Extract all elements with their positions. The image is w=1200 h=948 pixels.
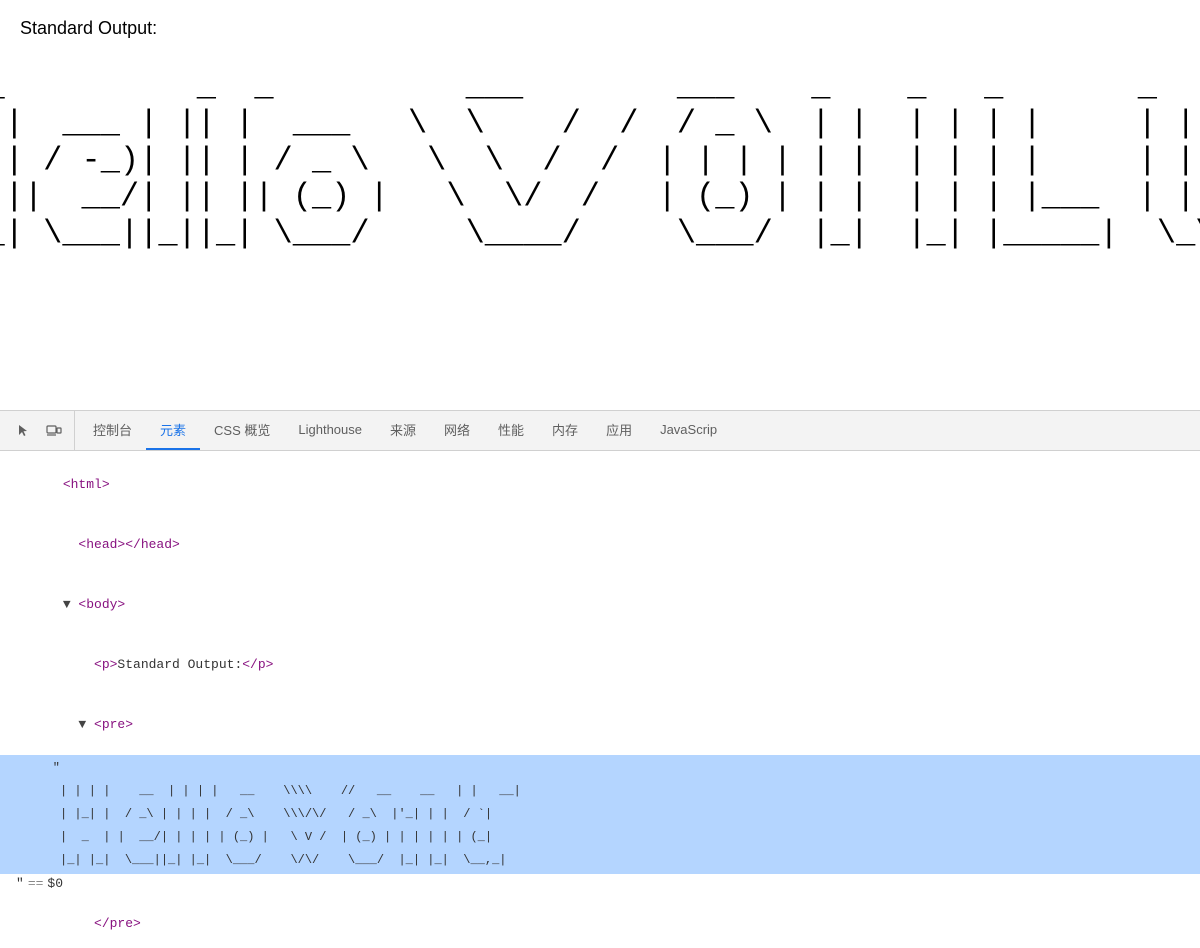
pre-selected-line2: | |_| | / _\ | | | | / _\ \\\/\/ / _\ |'… bbox=[0, 803, 1200, 826]
pre-selected-line3: | _ | | __/| | | | | (_) | \ V / | (_) |… bbox=[0, 826, 1200, 849]
dollar-zero-line: " == $0 bbox=[0, 874, 1200, 894]
tab-icon-group bbox=[4, 411, 75, 450]
tabs-list: 控制台 元素 CSS 概览 Lighthouse 来源 网络 性能 内存 bbox=[75, 411, 735, 450]
ascii-art-container: _ _ _ _ ___ ___ _ _ _ _ _ | | | | ___ | … bbox=[20, 69, 1180, 253]
dom-p-line: <p>Standard Output:</p> bbox=[0, 635, 1200, 695]
cursor-icon[interactable] bbox=[10, 417, 38, 445]
dom-head-line: <head></head> bbox=[0, 515, 1200, 575]
tab-console[interactable]: 控制台 bbox=[79, 411, 146, 450]
dollar-zero-value: $0 bbox=[47, 874, 63, 894]
pre-selected-line1: | | | | __ | | | | __ \\\\ // __ __ | | … bbox=[0, 780, 1200, 803]
pre-content-selected-block: " | | | | __ | | | | __ \\\\ // __ __ | … bbox=[0, 755, 1200, 874]
dom-tree[interactable]: <html> <head></head> ▼ <body> <p>Standar… bbox=[0, 451, 1200, 948]
device-icon[interactable] bbox=[40, 417, 68, 445]
tab-sources[interactable]: 来源 bbox=[376, 411, 430, 450]
pre-selected-quote: " bbox=[0, 757, 1200, 780]
devtools-panel: 控制台 元素 CSS 概览 Lighthouse 来源 网络 性能 内存 bbox=[0, 410, 1200, 948]
tab-memory[interactable]: 内存 bbox=[538, 411, 592, 450]
dom-body-line: ▼ <body> bbox=[0, 575, 1200, 635]
dom-html-line: <html> bbox=[0, 455, 1200, 515]
ascii-art-display: _ _ _ _ ___ ___ _ _ _ _ _ | | | | ___ | … bbox=[0, 69, 1200, 253]
dom-pre-close: </pre> bbox=[0, 894, 1200, 948]
top-area: Standard Output: _ _ _ _ ___ ___ _ _ _ _… bbox=[0, 0, 1200, 410]
tab-network[interactable]: 网络 bbox=[430, 411, 484, 450]
tab-javascript[interactable]: JavaScrip bbox=[646, 411, 731, 450]
pre-selected-line4: |_| |_| \___||_| |_| \___/ \/\/ \___/ |_… bbox=[0, 849, 1200, 872]
tab-elements[interactable]: 元素 bbox=[146, 411, 200, 450]
standard-output-label: Standard Output: bbox=[20, 18, 1180, 39]
tab-css-overview[interactable]: CSS 概览 bbox=[200, 411, 284, 450]
closing-quote: " bbox=[16, 874, 24, 894]
equals-sign: == bbox=[28, 874, 44, 894]
tab-application[interactable]: 应用 bbox=[592, 411, 646, 450]
tab-performance[interactable]: 性能 bbox=[484, 411, 538, 450]
tabs-bar: 控制台 元素 CSS 概览 Lighthouse 来源 网络 性能 内存 bbox=[0, 411, 1200, 451]
dom-pre-line: ▼ <pre> bbox=[0, 695, 1200, 755]
tab-lighthouse[interactable]: Lighthouse bbox=[284, 411, 376, 450]
